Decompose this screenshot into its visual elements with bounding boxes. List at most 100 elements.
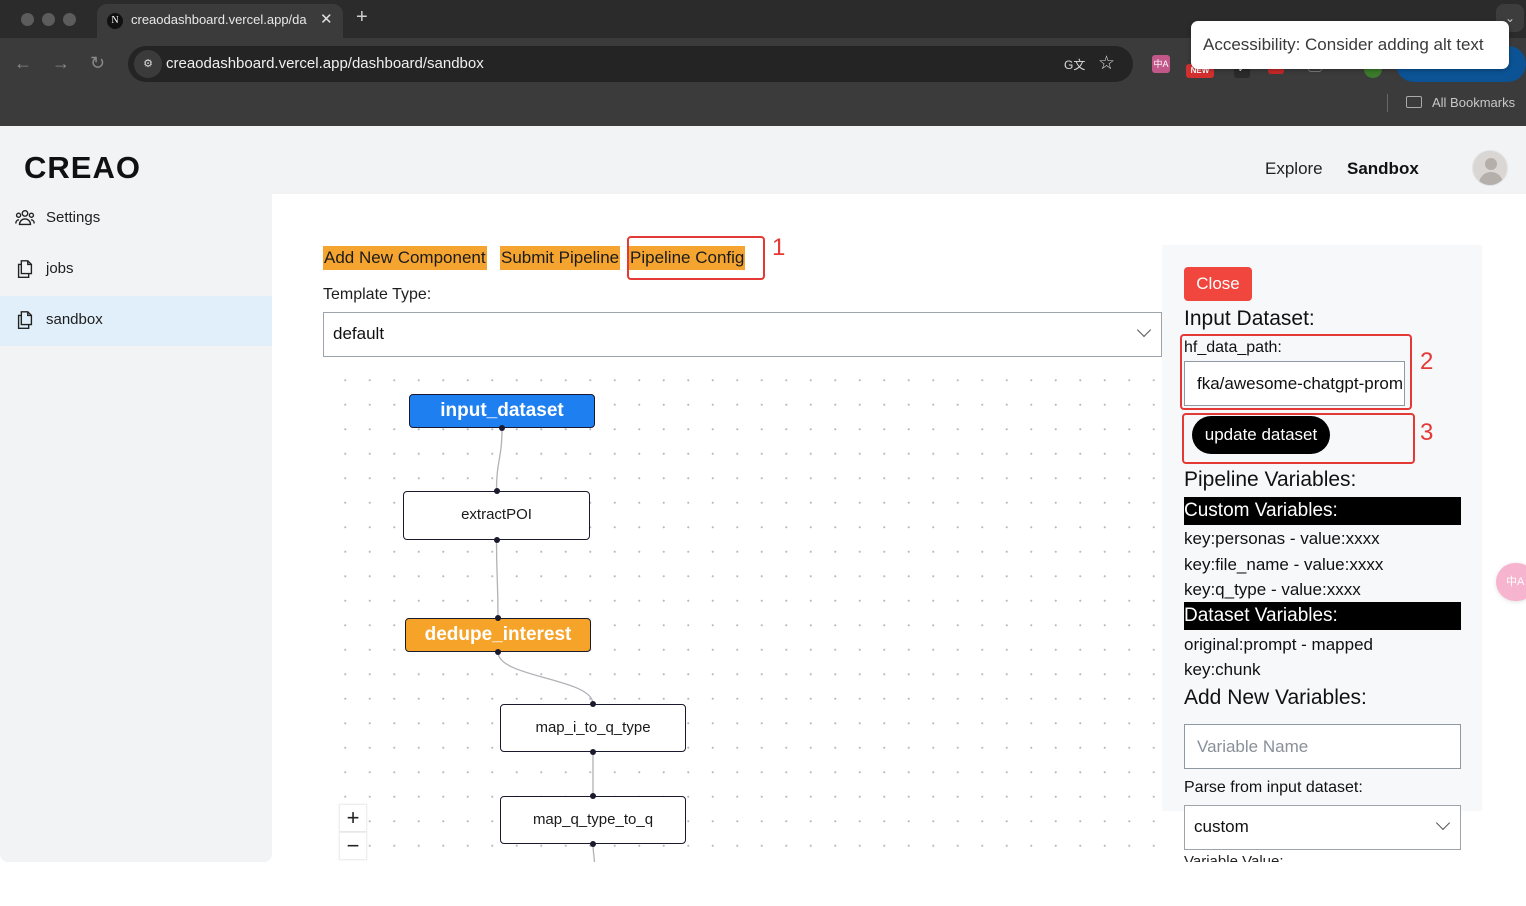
source-handle[interactable] <box>495 649 501 655</box>
pipeline-node-label: map_q_type_to_q <box>532 811 654 828</box>
pipeline-edge-extractPOI-to-dedupe-interest[interactable] <box>495 539 499 619</box>
pipeline-node-dedupe-interest[interactable]: dedupe_interest <box>405 618 591 652</box>
annotation-number-3: 3 <box>1420 419 1434 446</box>
reload-button[interactable]: ↻ <box>90 53 105 74</box>
dataset-variable-item: original:prompt - mapped <box>1184 635 1373 654</box>
avatar-head-shape <box>1485 158 1497 170</box>
all-bookmarks-link[interactable]: All Bookmarks <box>1432 95 1515 110</box>
tab-close-icon[interactable]: ✕ <box>320 10 333 28</box>
parse-source-value: custom <box>1194 817 1249 836</box>
window-close-button[interactable] <box>21 13 34 26</box>
avatar-body-shape <box>1479 172 1503 185</box>
pipeline-node-label: extractPOI <box>461 506 532 523</box>
nav-explore-link[interactable]: Explore <box>1265 159 1323 179</box>
target-handle[interactable] <box>493 488 500 494</box>
pipeline-node-label: map_i_to_q_type <box>535 719 651 736</box>
bookmarks-separator <box>1387 94 1388 112</box>
target-handle[interactable] <box>495 615 501 621</box>
custom-variables-heading: Custom Variables: <box>1184 497 1461 525</box>
site-info-icon[interactable]: ⚙ <box>134 50 162 78</box>
source-handle[interactable] <box>493 537 500 543</box>
template-type-select[interactable]: default <box>323 312 1162 357</box>
browser-chrome: N creaodashboard.vercel.app/dashboard/sa… <box>0 0 1526 126</box>
chevron-down-icon <box>1136 322 1152 338</box>
window-minimize-button[interactable] <box>42 13 55 26</box>
url-text[interactable]: creaodashboard.vercel.app/dashboard/sand… <box>166 55 484 72</box>
top-navbar: CREAO Explore Sandbox <box>0 126 1526 194</box>
sidebar-item-label: jobs <box>46 260 74 277</box>
hf-data-path-input[interactable] <box>1184 361 1405 406</box>
sandbox-main: Add New Component Submit Pipeline Pipeli… <box>272 194 1526 862</box>
bookmark-star-icon[interactable]: ☆ <box>1098 52 1115 75</box>
variable-name-input[interactable] <box>1184 724 1461 769</box>
dataset-variable-item: key:chunk <box>1184 660 1261 679</box>
back-button[interactable]: ← <box>14 53 32 74</box>
template-type-value: default <box>333 324 385 343</box>
pipeline-node-input-dataset[interactable]: input_dataset <box>409 394 595 428</box>
documents-icon <box>17 311 33 329</box>
close-config-button[interactable]: Close <box>1184 267 1252 301</box>
pipeline-edge-dedupe-interest-to-map-i-to-q-type[interactable] <box>497 651 594 705</box>
add-new-variables-heading: Add New Variables: <box>1184 686 1367 709</box>
pipeline-node-map-q-type-to-q[interactable]: map_q_type_to_q <box>500 796 686 844</box>
nav-sandbox-link[interactable]: Sandbox <box>1347 159 1419 179</box>
documents-icon <box>17 260 33 278</box>
dataset-variables-heading: Dataset Variables: <box>1184 602 1461 630</box>
pipeline-node-label: input_dataset <box>440 400 564 421</box>
zoom-in-button[interactable]: + <box>339 804 367 832</box>
address-bar[interactable]: ⚙ creaodashboard.vercel.app/dashboard/sa… <box>128 46 1133 82</box>
source-handle[interactable] <box>590 841 596 847</box>
sidebar-item-label: sandbox <box>46 311 103 328</box>
tooltip-text: Accessibility: Consider adding alt text <box>1203 35 1484 54</box>
parse-source-select[interactable]: custom <box>1184 805 1461 850</box>
sidebar-item-settings[interactable]: Settings <box>0 194 272 244</box>
users-icon <box>15 209 35 226</box>
add-new-component-button[interactable]: Add New Component <box>323 246 487 270</box>
user-avatar[interactable] <box>1472 150 1508 186</box>
parse-from-dataset-label: Parse from input dataset: <box>1184 779 1363 796</box>
creao-logo[interactable]: CREAO <box>24 150 141 186</box>
custom-variable-item: key:q_type - value:xxxx <box>1184 580 1361 599</box>
sidebar-item-jobs[interactable]: jobs <box>0 245 272 295</box>
sidebar: Settings jobs sandbox <box>0 194 272 862</box>
sidebar-item-sandbox[interactable]: sandbox <box>0 296 272 346</box>
forward-button[interactable]: → <box>52 53 70 74</box>
pipeline-edges <box>495 427 596 862</box>
translate-page-icon[interactable]: G文 <box>1064 56 1085 73</box>
pipeline-node-map-i-to-q-type[interactable]: map_i_to_q_type <box>500 704 686 752</box>
hf-data-path-label: hf_data_path: <box>1184 339 1282 356</box>
pipeline-variables-heading: Pipeline Variables: <box>1184 468 1357 491</box>
submit-pipeline-button[interactable]: Submit Pipeline <box>500 246 621 270</box>
tab-title: creaodashboard.vercel.app/dashboard/sand… <box>131 12 307 27</box>
translate-extension-icon[interactable]: 中A <box>1152 55 1170 73</box>
folder-icon <box>1406 96 1422 108</box>
sidebar-item-label: Settings <box>46 209 101 226</box>
app-root: CREAO Explore Sandbox Settings jobs sand <box>0 126 1526 906</box>
target-handle[interactable] <box>590 701 596 707</box>
input-dataset-heading: Input Dataset: <box>1184 307 1315 330</box>
custom-variable-item: key:file_name - value:xxxx <box>1184 555 1384 574</box>
pipeline-node-extractPOI[interactable]: extractPOI <box>403 491 590 540</box>
custom-variable-item: key:personas - value:xxxx <box>1184 529 1380 548</box>
template-type-label: Template Type: <box>323 286 432 303</box>
floating-translate-button[interactable]: 中A <box>1496 563 1526 601</box>
annotation-box-1 <box>627 236 765 280</box>
pipeline-edge-input-dataset-to-extractPOI[interactable] <box>495 427 503 492</box>
annotation-number-2: 2 <box>1420 348 1434 375</box>
browser-tab[interactable]: N creaodashboard.vercel.app/dashboard/sa… <box>97 4 343 38</box>
pipeline-node-label: dedupe_interest <box>424 624 572 645</box>
pipeline-config-panel: Close Input Dataset: hf_data_path: 2 upd… <box>1162 245 1482 811</box>
window-zoom-button[interactable] <box>63 13 76 26</box>
target-handle[interactable] <box>590 793 596 799</box>
source-handle[interactable] <box>590 749 596 755</box>
update-dataset-button[interactable]: update dataset <box>1192 416 1330 454</box>
new-tab-button[interactable]: + <box>356 6 368 29</box>
nextjs-favicon-icon: N <box>107 13 123 29</box>
chevron-down-icon <box>1435 815 1451 831</box>
source-handle[interactable] <box>499 425 505 431</box>
annotation-number-1: 1 <box>772 234 786 261</box>
accessibility-tooltip: Accessibility: Consider adding alt text <box>1191 21 1509 69</box>
variable-value-label: Variable Value: <box>1184 853 1284 862</box>
zoom-out-button[interactable]: − <box>339 832 367 860</box>
pipeline-canvas[interactable]: input_dataset extractPOI dedupe_interestma… <box>323 368 1161 862</box>
